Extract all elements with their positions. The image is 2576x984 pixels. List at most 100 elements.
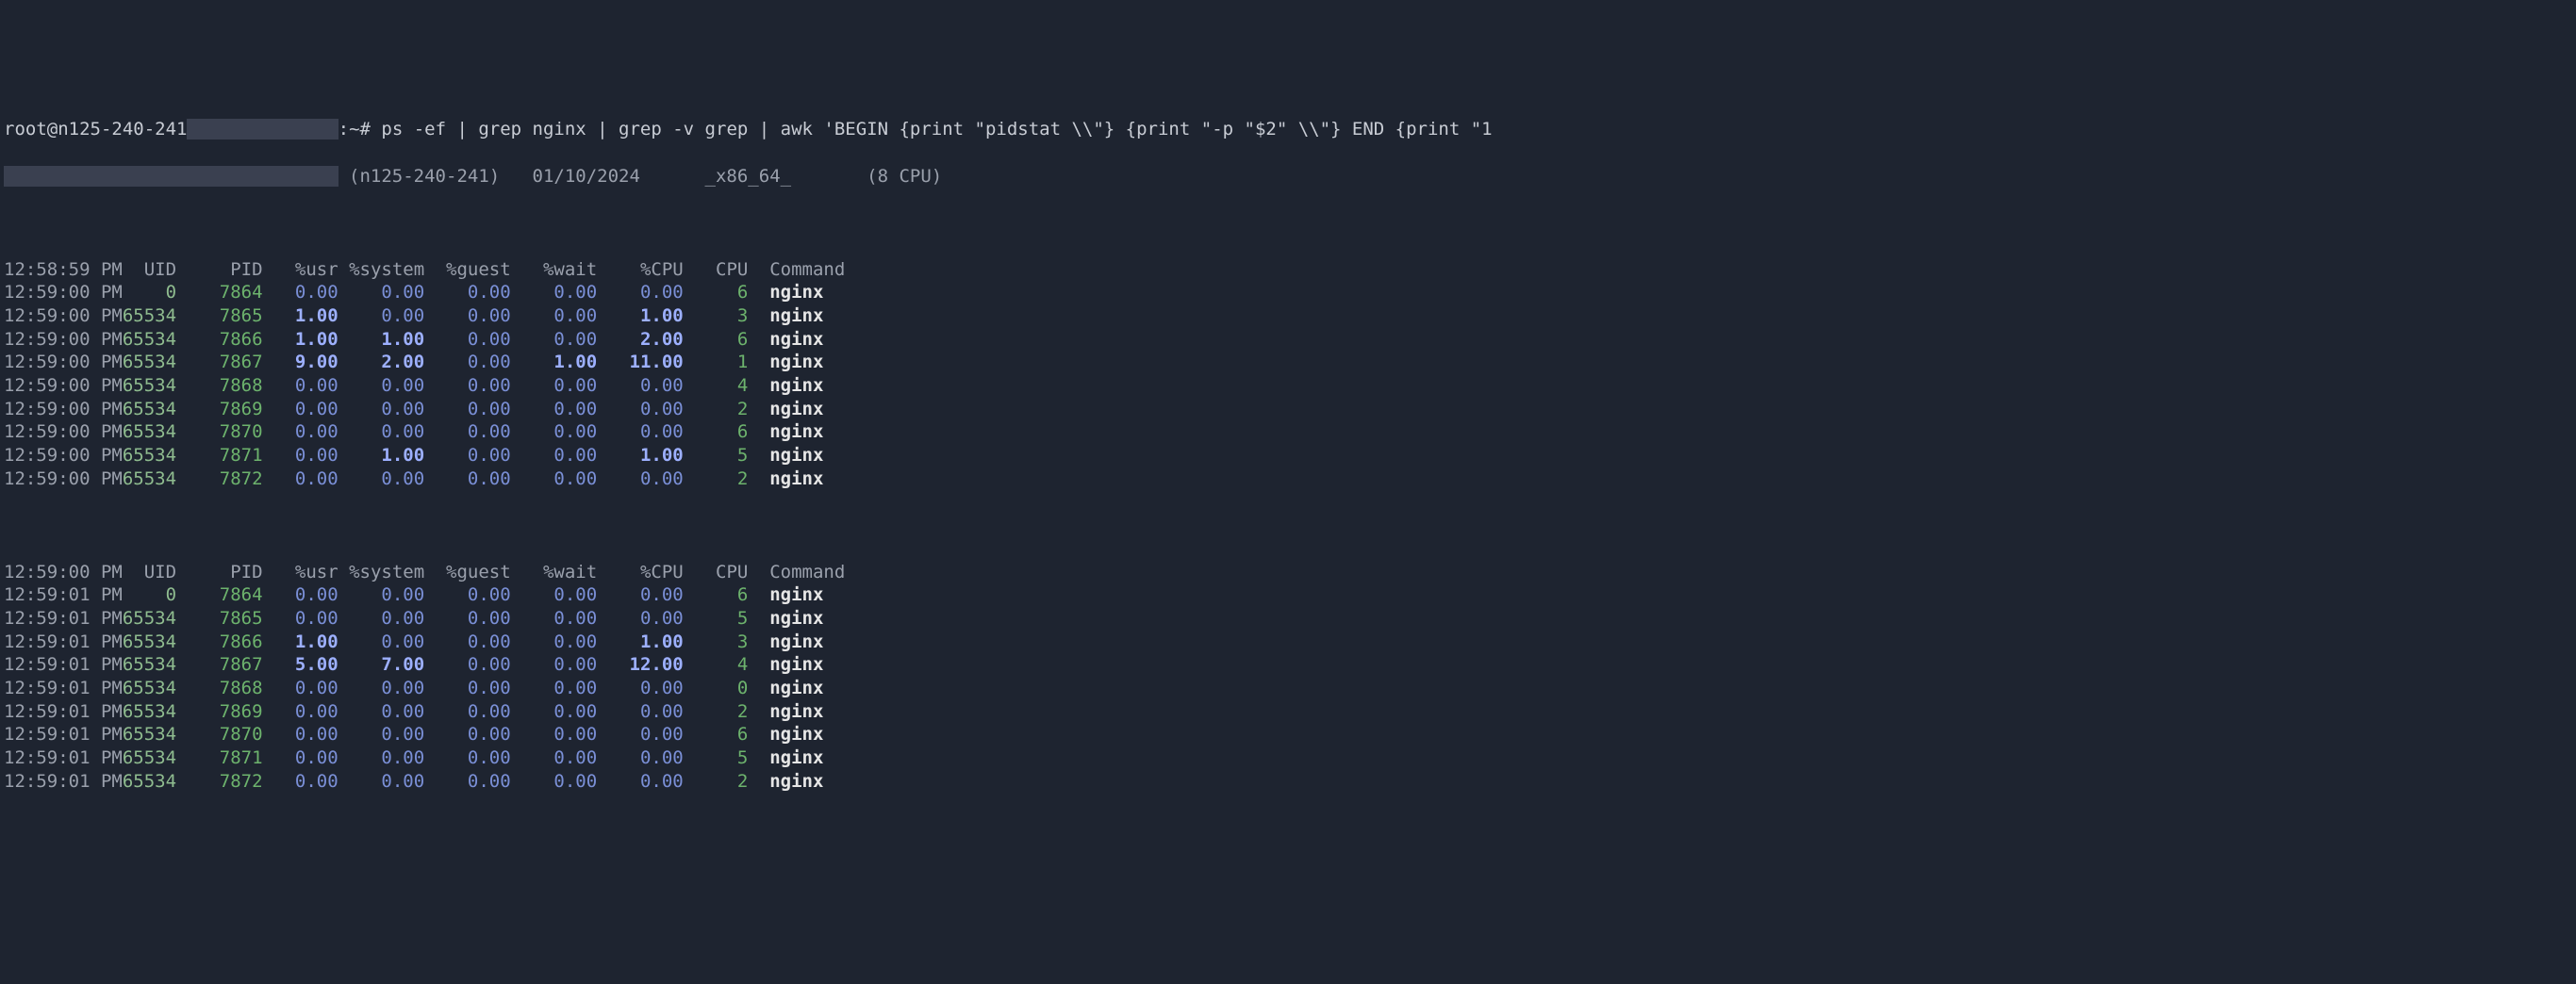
pidstat-block-1: 12:58:59 PM UID PID %usr %system %guest …	[4, 258, 2572, 491]
pidstat-row: 12:59:00 PM65534 7869 0.00 0.00 0.00 0.0…	[4, 398, 2572, 421]
col-pid: PID	[176, 562, 263, 582]
cell-command: nginx	[748, 654, 823, 675]
cell-time: 12:59:01 PM	[4, 654, 123, 675]
cell-pid: 7868	[176, 678, 263, 698]
cell-cpu-pct: 1.00	[597, 305, 684, 326]
cell-wait: 0.00	[511, 771, 598, 792]
pidstat-block-2: 12:59:00 PM UID PID %usr %system %guest …	[4, 561, 2572, 794]
sysinfo-line: L (n125-240-241) 01/10/2024 _x86_64_ (8 …	[4, 165, 2572, 189]
pidstat-row: 12:59:00 PM 0 7864 0.00 0.00 0.00 0.00 0…	[4, 281, 2572, 304]
cell-guest: 0.00	[424, 375, 511, 396]
redacted-region: L	[4, 166, 339, 187]
cell-cpu-pct: 0.00	[597, 584, 684, 605]
cell-pid: 7866	[176, 631, 263, 652]
cell-cpu-pct: 0.00	[597, 468, 684, 489]
prompt-path: :~#	[339, 119, 371, 139]
cell-usr: 0.00	[263, 701, 339, 722]
cell-cpu-pct: 1.00	[597, 445, 684, 466]
cell-usr: 0.00	[263, 282, 339, 303]
cell-cpu: 5	[684, 445, 749, 466]
cell-uid: 65534	[123, 724, 176, 745]
pidstat-row: 12:59:00 PM65534 7871 0.00 1.00 0.00 0.0…	[4, 444, 2572, 467]
cell-system: 0.00	[339, 747, 425, 768]
cell-wait: 0.00	[511, 375, 598, 396]
cell-usr: 0.00	[263, 399, 339, 419]
cell-uid: 65534	[123, 445, 176, 466]
cell-system: 0.00	[339, 375, 425, 396]
cell-system: 0.00	[339, 468, 425, 489]
pidstat-row: 12:59:01 PM65534 7868 0.00 0.00 0.00 0.0…	[4, 677, 2572, 700]
cell-cpu: 2	[684, 399, 749, 419]
cell-uid: 65534	[123, 421, 176, 442]
cell-guest: 0.00	[424, 468, 511, 489]
cell-wait: 0.00	[511, 701, 598, 722]
cell-wait: 0.00	[511, 608, 598, 629]
col-cpu-pct: %CPU	[597, 259, 684, 280]
cell-cpu: 6	[684, 421, 749, 442]
cell-usr: 0.00	[263, 771, 339, 792]
cell-cpu: 6	[684, 282, 749, 303]
cell-cpu: 6	[684, 584, 749, 605]
blank-line	[4, 514, 2572, 537]
cell-uid: 0	[123, 584, 176, 605]
cell-command: nginx	[748, 584, 823, 605]
cell-wait: 0.00	[511, 399, 598, 419]
cell-command: nginx	[748, 701, 823, 722]
col-usr: %usr	[263, 562, 339, 582]
blank-line	[4, 211, 2572, 235]
cell-usr: 0.00	[263, 445, 339, 466]
cell-guest: 0.00	[424, 584, 511, 605]
sysinfo-arch: _x86_64_	[651, 166, 791, 187]
cell-command: nginx	[748, 724, 823, 745]
cell-time: 12:59:01 PM	[4, 631, 123, 652]
cell-usr: 1.00	[263, 305, 339, 326]
prompt-line: root@n125-240-241( ):~# ps -ef | grep ng…	[4, 118, 2572, 141]
cell-guest: 0.00	[424, 747, 511, 768]
cell-cpu-pct: 0.00	[597, 771, 684, 792]
cell-system: 2.00	[339, 352, 425, 372]
cell-cpu: 5	[684, 747, 749, 768]
cell-wait: 0.00	[511, 747, 598, 768]
cell-guest: 0.00	[424, 421, 511, 442]
cell-guest: 0.00	[424, 608, 511, 629]
cell-time: 12:59:00 PM	[4, 468, 123, 489]
cell-pid: 7864	[176, 282, 263, 303]
cell-cpu: 4	[684, 654, 749, 675]
cell-guest: 0.00	[424, 352, 511, 372]
cell-system: 7.00	[339, 654, 425, 675]
cell-time: 12:59:01 PM	[4, 608, 123, 629]
col-uid: UID	[123, 562, 176, 582]
cell-uid: 65534	[123, 747, 176, 768]
cell-command: nginx	[748, 631, 823, 652]
cell-command: nginx	[748, 375, 823, 396]
cell-command: nginx	[748, 399, 823, 419]
cell-cpu-pct: 0.00	[597, 608, 684, 629]
cell-cpu-pct: 12.00	[597, 654, 684, 675]
cell-usr: 0.00	[263, 678, 339, 698]
cell-pid: 7871	[176, 747, 263, 768]
cell-cpu: 2	[684, 701, 749, 722]
cell-pid: 7864	[176, 584, 263, 605]
col-guest: %guest	[424, 259, 511, 280]
cell-cpu-pct: 0.00	[597, 747, 684, 768]
cell-time: 12:59:00 PM	[4, 305, 123, 326]
pidstat-row: 12:59:01 PM65534 7869 0.00 0.00 0.00 0.0…	[4, 700, 2572, 724]
cell-pid: 7871	[176, 445, 263, 466]
cell-time: 12:59:00 PM	[4, 445, 123, 466]
cell-system: 0.00	[339, 584, 425, 605]
cell-wait: 0.00	[511, 421, 598, 442]
cell-pid: 7868	[176, 375, 263, 396]
cell-guest: 0.00	[424, 282, 511, 303]
cell-time: 12:59:01 PM	[4, 747, 123, 768]
cell-command: nginx	[748, 747, 823, 768]
cell-uid: 65534	[123, 771, 176, 792]
cell-usr: 1.00	[263, 631, 339, 652]
terminal-output[interactable]: root@n125-240-241( ):~# ps -ef | grep ng…	[4, 95, 2572, 816]
cell-usr: 0.00	[263, 724, 339, 745]
cell-system: 0.00	[339, 399, 425, 419]
cell-command: nginx	[748, 282, 823, 303]
cell-uid: 65534	[123, 654, 176, 675]
col-usr: %usr	[263, 259, 339, 280]
cell-guest: 0.00	[424, 701, 511, 722]
cell-usr: 0.00	[263, 747, 339, 768]
